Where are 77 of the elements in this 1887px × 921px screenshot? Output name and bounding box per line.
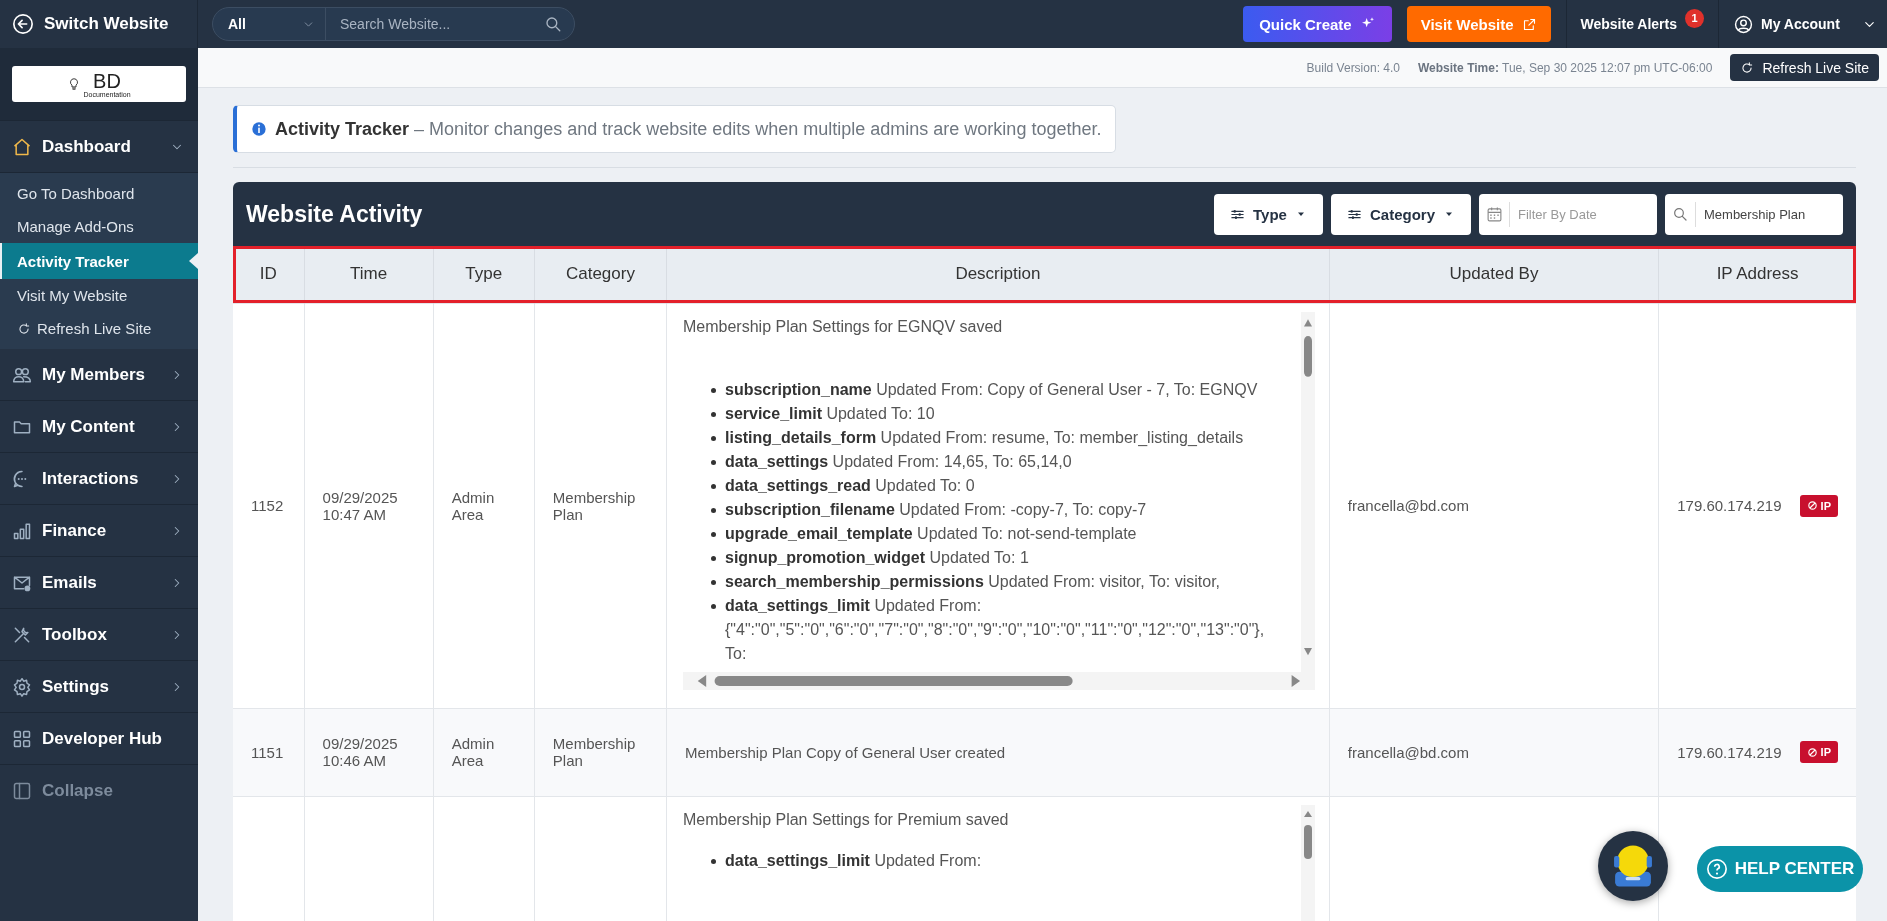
nav-item[interactable]: My Content — [0, 401, 198, 453]
refresh-icon — [17, 321, 31, 336]
submenu-item[interactable]: Visit My Website — [0, 279, 198, 312]
calendar-icon — [1485, 205, 1503, 223]
logo-mark: BD — [93, 70, 121, 91]
nav-item[interactable]: Settings — [0, 661, 198, 713]
change-item: data_settings_read Updated To: 0 — [711, 473, 1301, 498]
scope-dropdown[interactable]: All — [213, 8, 326, 40]
date-text: 09/29/2025 — [322, 735, 399, 752]
search-icon — [1672, 206, 1688, 222]
ban-icon — [1806, 500, 1818, 511]
type-cell: Admin Area — [451, 735, 495, 769]
filter-dropdown[interactable]: Type — [1214, 193, 1323, 235]
filter-dropdown[interactable]: Category — [1330, 193, 1471, 235]
help-icon — [1705, 858, 1728, 880]
user-icon — [1734, 14, 1753, 34]
sidebar-panel-icon — [12, 781, 32, 801]
home-icon — [12, 136, 32, 157]
change-item: upgrade_email_template Updated To: not-send-template — [711, 521, 1301, 546]
block-ip-button[interactable]: IP — [1799, 741, 1838, 763]
change-item: data_settings_limit Updated From: {"4":"0","5":"0","6":"0","7":"0","8":"0","9":"0","10":"0","11":"0","12":"0","13":"0"}, To: — [711, 593, 1301, 666]
my-account-menu[interactable]: My Account — [1719, 0, 1887, 48]
ban-icon — [1806, 746, 1818, 758]
external-link-icon — [1521, 16, 1537, 32]
nav-item[interactable]: My Members — [0, 349, 198, 401]
nav-item[interactable]: Developer Hub — [0, 713, 198, 765]
nav-item[interactable]: Emails — [0, 557, 198, 609]
id-cell: 1152 — [251, 497, 284, 514]
change-item: data_settings_limit Updated From: — [711, 848, 1301, 873]
settings-icon — [12, 676, 32, 697]
refresh-icon — [1740, 60, 1755, 75]
collapse-button[interactable]: Collapse — [0, 765, 198, 817]
website-search-bar[interactable]: All Search Website... — [212, 7, 575, 41]
nav-item[interactable]: Finance — [0, 505, 198, 557]
search-icon — [544, 15, 562, 33]
description-summary: Membership Plan Settings for EGNQV saved — [683, 317, 1004, 336]
date-field[interactable]: Filter By Date — [1479, 193, 1657, 235]
change-item: subscription_filename Updated From: -copy-7, To: copy-7 — [711, 497, 1301, 522]
ip-address: 179.60.174.219 — [1677, 743, 1782, 761]
build-version: Build Version: 4.0 — [1306, 60, 1400, 75]
description-text: Membership Plan Copy of General User created — [685, 743, 1006, 761]
submenu-item[interactable]: Go To Dashboard — [0, 177, 198, 210]
change-item: subscription_name Updated From: Copy of General User - 7, To: EGNQV — [711, 377, 1301, 402]
quick-create-button[interactable]: Quick Create — [1243, 6, 1392, 42]
change-item: search_membership_permissions Updated From: visitor, To: visitor, — [711, 569, 1301, 594]
submenu-item[interactable]: Manage Add-Ons — [0, 210, 198, 243]
description-summary: Membership Plan Settings for Premium saved — [683, 810, 1010, 829]
alert-count-badge: 1 — [1685, 8, 1704, 28]
date-text: 09/29/2025 — [322, 488, 399, 506]
category-cell: Membership Plan — [552, 735, 636, 769]
info-icon — [251, 121, 267, 137]
user-email: francella@bd.com — [1347, 497, 1469, 514]
card-title: Website Activity — [246, 200, 423, 228]
website-time: Website Time: Tue, Sep 30 2025 12:07 pm UTC-06:00 — [1418, 60, 1713, 75]
submenu-item[interactable]: Refresh Live Site — [0, 312, 198, 345]
robot-icon[interactable] — [1613, 843, 1653, 889]
time-text: 10:47 AM — [322, 505, 387, 523]
time-text: 10:46 AM — [322, 752, 387, 769]
category-cell: Membership Plan — [552, 488, 636, 523]
notice-text: Activity Tracker – Monitor changes and track website edits when multiple admins are working together. — [275, 118, 1102, 140]
change-item: listing_details_form Updated From: resume, To: member_listing_details — [711, 425, 1301, 450]
type-cell: Admin Area — [451, 488, 495, 523]
submenu-item[interactable]: Activity Tracker — [0, 243, 198, 279]
grid-icon — [12, 728, 32, 749]
help-center-button[interactable]: HELP CENTER — [1697, 846, 1863, 892]
ip-address: 179.60.174.219 — [1677, 497, 1782, 514]
search-field[interactable]: Membership Plan — [1665, 193, 1843, 235]
change-item: service_limit Updated To: 10 — [711, 401, 1301, 426]
nav-item[interactable]: Toolbox — [0, 609, 198, 661]
user-email: francella@bd.com — [1347, 743, 1469, 761]
change-item: data_settings Updated From: 14,65, To: 65,14,0 — [711, 449, 1301, 474]
change-item: signup_promotion_widget Updated To: 1 — [711, 545, 1301, 570]
refresh-live-site-button[interactable]: Refresh Live Site — [1730, 54, 1879, 81]
id-cell: 1151 — [251, 743, 284, 761]
block-ip-button[interactable]: IP — [1799, 494, 1838, 517]
nav-item[interactable]: Interactions — [0, 453, 198, 505]
search-input[interactable]: Search Website... — [338, 15, 544, 33]
